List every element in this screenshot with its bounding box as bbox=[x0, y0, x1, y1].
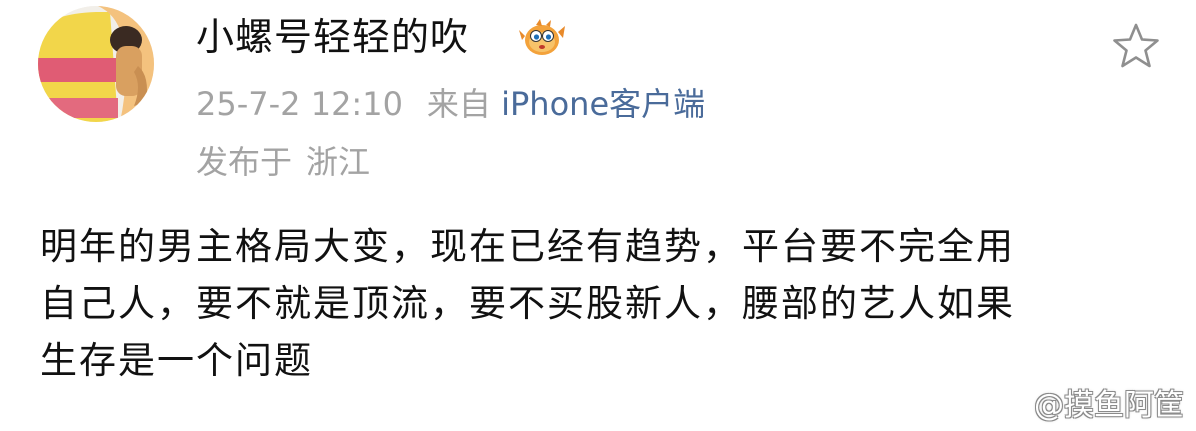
avatar[interactable] bbox=[38, 6, 154, 122]
watermark: @摸鱼阿筐 bbox=[1034, 388, 1184, 423]
user-name[interactable]: 小螺号轻轻的吹 bbox=[196, 12, 469, 62]
post-location: 发布于 浙江 bbox=[196, 140, 370, 184]
location-prefix: 发布于 bbox=[196, 143, 293, 181]
location-value: 浙江 bbox=[306, 143, 371, 181]
source-prefix: 来自 bbox=[426, 85, 491, 123]
source-client-link[interactable]: iPhone客户端 bbox=[501, 85, 705, 123]
post-content-line: 生存是一个问题 bbox=[40, 339, 313, 382]
pufferfish-icon bbox=[518, 16, 566, 60]
post-date-time: 25-7-2 12:10 bbox=[196, 85, 403, 123]
star-outline-icon[interactable] bbox=[1111, 21, 1161, 71]
post-content: 明年的男主格局大变，现在已经有趋势，平台要不完全用 自己人，要不就是顶流，要不买… bbox=[40, 218, 1180, 389]
post-content-line: 明年的男主格局大变，现在已经有趋势，平台要不完全用 bbox=[40, 225, 1015, 268]
post-content-line: 自己人，要不就是顶流，要不买股新人，腰部的艺人如果 bbox=[40, 282, 1015, 325]
avatar-image bbox=[38, 6, 154, 122]
post-meta: 25-7-2 12:10 来自 iPhone客户端 bbox=[196, 82, 705, 126]
